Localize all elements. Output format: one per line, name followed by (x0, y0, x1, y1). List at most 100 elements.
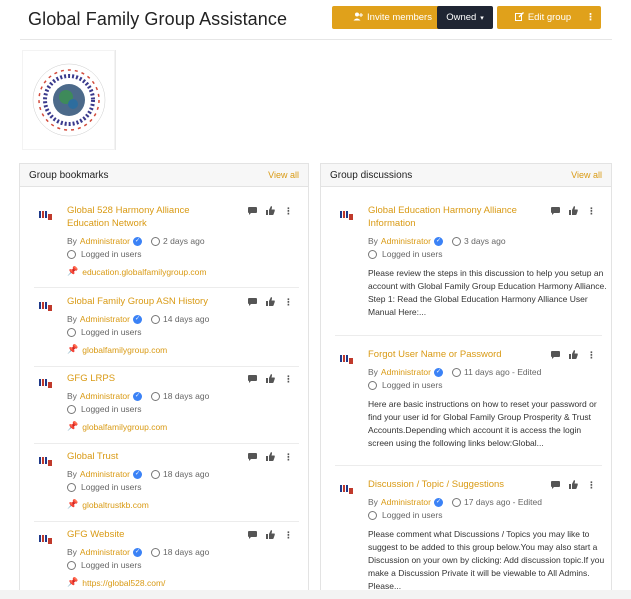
bottom-edge (0, 590, 631, 599)
comment-icon[interactable] (248, 452, 257, 463)
bookmark-title-link[interactable]: GFG LRPS (67, 372, 217, 385)
vertical-ellipsis-icon[interactable]: ⋮ (284, 452, 293, 463)
invite-members-button[interactable]: Invite members (332, 6, 453, 29)
comment-icon[interactable] (551, 480, 560, 491)
group-bookmarks-panel: Group bookmarks View all Global 528 Harm… (19, 163, 309, 599)
more-options-button[interactable]: ⋮ (580, 6, 601, 29)
item-actions: ⋮ (551, 480, 596, 491)
bookmarks-view-all-link[interactable]: View all (268, 170, 299, 180)
bookmark-title-link[interactable]: GFG Website (67, 528, 217, 541)
vertical-ellipsis-icon[interactable]: ⋮ (284, 206, 293, 217)
item-actions: ⋮ (248, 452, 293, 463)
discussions-view-all-link[interactable]: View all (571, 170, 602, 180)
vertical-ellipsis-icon[interactable]: ⋮ (284, 297, 293, 308)
bookmark-url[interactable]: https://global528.com/ (82, 578, 165, 588)
timestamp: 14 days ago (163, 314, 210, 324)
access-level: Logged in users (81, 249, 142, 259)
author-link[interactable]: Administrator (381, 497, 431, 507)
globe-icon (67, 327, 76, 337)
vertical-ellipsis-icon[interactable]: ⋮ (587, 206, 596, 217)
vertical-ellipsis-icon[interactable]: ⋮ (284, 530, 293, 541)
avatar[interactable] (339, 208, 355, 224)
author-link[interactable]: Administrator (80, 547, 130, 557)
bookmark-title-link[interactable]: Global 528 Harmony Alliance Education Ne… (67, 204, 217, 230)
timestamp: 11 days ago - Edited (464, 367, 542, 377)
item-author-line: By Administrator ✓ 2 days ago (67, 236, 205, 246)
verified-icon: ✓ (133, 236, 142, 246)
verified-icon: ✓ (133, 391, 142, 401)
vertical-ellipsis-icon[interactable]: ⋮ (587, 350, 596, 361)
item-author-line: By Administrator ✓ 18 days ago (67, 547, 209, 557)
edit-icon (514, 11, 524, 24)
author-link[interactable]: Administrator (80, 469, 130, 479)
item-author-line: By Administrator ✓ 14 days ago (67, 314, 209, 324)
bookmark-item: GFG LRPS ⋮ By Administrator ✓ 18 days ago Logg… (34, 368, 299, 444)
avatar[interactable] (38, 299, 54, 315)
thumbs-up-icon[interactable] (266, 452, 275, 463)
item-author-line: By Administrator ✓ 17 days ago - Edited (368, 497, 542, 507)
item-access-line: Logged in users (67, 249, 142, 259)
timestamp: 3 days ago (464, 236, 506, 246)
vertical-ellipsis-icon[interactable]: ⋮ (284, 374, 293, 385)
timestamp: 18 days ago (163, 391, 210, 401)
globe-icon (67, 482, 76, 492)
edit-group-button[interactable]: Edit group (497, 6, 589, 29)
item-access-line: Logged in users (368, 380, 443, 390)
avatar[interactable] (38, 454, 54, 470)
avatar[interactable] (38, 208, 54, 224)
pin-icon: 📌 (67, 266, 79, 276)
thumbs-up-icon[interactable] (266, 206, 275, 217)
bookmark-url[interactable]: globaltrustkb.com (82, 500, 149, 510)
author-link[interactable]: Administrator (80, 236, 130, 246)
comment-icon[interactable] (248, 206, 257, 217)
vertical-ellipsis-icon[interactable]: ⋮ (587, 480, 596, 491)
thumbs-up-icon[interactable] (266, 297, 275, 308)
bookmark-url-link[interactable]: 📌 globalfamilygroup.com (67, 421, 167, 432)
thumbs-up-icon[interactable] (569, 350, 578, 361)
discussion-title-link[interactable]: Discussion / Topic / Suggestions (368, 478, 546, 491)
discussion-title-link[interactable]: Global Education Harmony Alliance Inform… (368, 204, 546, 230)
group-logo (22, 50, 116, 150)
avatar[interactable] (339, 352, 355, 368)
author-link[interactable]: Administrator (381, 367, 431, 377)
owned-dropdown-button[interactable]: Owned ▾ (437, 6, 493, 29)
verified-icon: ✓ (133, 469, 142, 479)
comment-icon[interactable] (248, 530, 257, 541)
avatar[interactable] (38, 376, 54, 392)
bookmark-url-link[interactable]: 📌 https://global528.com/ (67, 577, 165, 588)
by-label: By (67, 547, 77, 557)
by-label: By (67, 236, 77, 246)
access-level: Logged in users (382, 510, 443, 520)
thumbs-up-icon[interactable] (266, 530, 275, 541)
access-level: Logged in users (81, 327, 142, 337)
bookmark-url[interactable]: globalfamilygroup.com (82, 345, 167, 355)
thumbs-up-icon[interactable] (266, 374, 275, 385)
comment-icon[interactable] (248, 297, 257, 308)
bookmark-title-link[interactable]: Global Family Group ASN History (67, 295, 217, 308)
bookmark-url-link[interactable]: 📌 globaltrustkb.com (67, 499, 149, 510)
by-label: By (368, 236, 378, 246)
comment-icon[interactable] (551, 350, 560, 361)
comment-icon[interactable] (551, 206, 560, 217)
bookmarks-panel-title: Group bookmarks (29, 170, 109, 181)
by-label: By (67, 469, 77, 479)
bookmark-url[interactable]: globalfamilygroup.com (82, 422, 167, 432)
bookmark-url[interactable]: education.globalfamilygroup.com (82, 267, 206, 277)
author-link[interactable]: Administrator (381, 236, 431, 246)
item-access-line: Logged in users (368, 249, 443, 259)
discussion-title-link[interactable]: Forgot User Name or Password (368, 348, 546, 361)
bookmark-url-link[interactable]: 📌 globalfamilygroup.com (67, 344, 167, 355)
by-label: By (368, 497, 378, 507)
avatar[interactable] (339, 482, 355, 498)
vertical-ellipsis-icon: ⋮ (585, 12, 596, 23)
item-actions: ⋮ (248, 297, 293, 308)
author-link[interactable]: Administrator (80, 314, 130, 324)
author-link[interactable]: Administrator (80, 391, 130, 401)
bookmark-url-link[interactable]: 📌 education.globalfamilygroup.com (67, 266, 207, 277)
comment-icon[interactable] (248, 374, 257, 385)
thumbs-up-icon[interactable] (569, 206, 578, 217)
thumbs-up-icon[interactable] (569, 480, 578, 491)
clock-icon (151, 547, 160, 557)
avatar[interactable] (38, 532, 54, 548)
bookmark-title-link[interactable]: Global Trust (67, 450, 217, 463)
